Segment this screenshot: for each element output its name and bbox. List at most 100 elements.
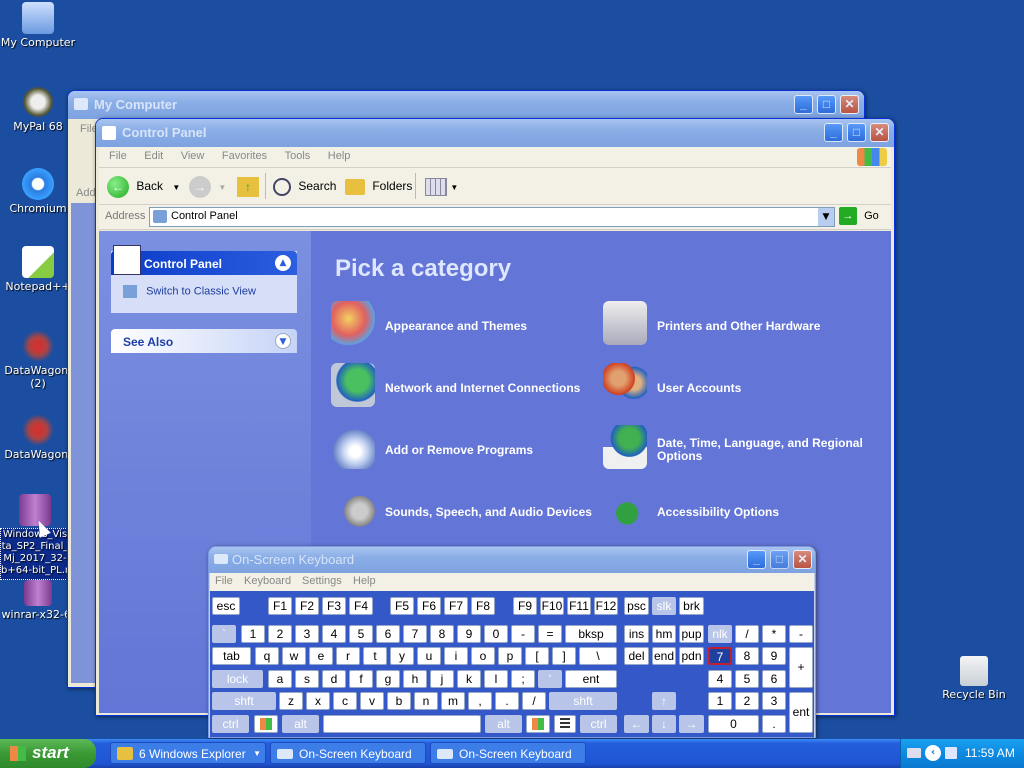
key-i[interactable]: i: [444, 647, 468, 665]
minimize-button[interactable]: _: [747, 550, 766, 569]
key-right-shift[interactable]: shft: [549, 692, 617, 710]
key-arrow-left[interactable]: ←: [624, 715, 649, 733]
network-tray-icon[interactable]: [945, 747, 957, 759]
key-num-8[interactable]: 8: [735, 647, 759, 665]
key-f10[interactable]: F10: [540, 597, 564, 615]
key-num-0[interactable]: 0: [708, 715, 759, 733]
maximize-button[interactable]: □: [847, 123, 866, 142]
go-button[interactable]: → Go: [839, 207, 879, 227]
key-numlock[interactable]: nlk: [708, 625, 732, 643]
key-num-minus[interactable]: -: [789, 625, 813, 643]
key-period[interactable]: .: [495, 692, 519, 710]
key-8[interactable]: 8: [430, 625, 454, 643]
key-end[interactable]: end: [652, 647, 676, 665]
key-j[interactable]: j: [430, 670, 454, 688]
keyboard-tray-icon[interactable]: [907, 748, 921, 758]
menu-file[interactable]: File: [215, 575, 233, 587]
key-arrow-down[interactable]: ↓: [652, 715, 676, 733]
key-enter[interactable]: ent: [565, 670, 617, 688]
menu-file[interactable]: File: [99, 147, 134, 165]
key-right-ctrl[interactable]: ctrl: [580, 715, 617, 733]
category-add-remove-programs[interactable]: Add or Remove Programs: [385, 443, 533, 457]
forward-button[interactable]: → ▼: [189, 174, 226, 198]
key-lbracket[interactable]: [: [525, 647, 549, 665]
category-sounds-speech-audio[interactable]: Sounds, Speech, and Audio Devices: [385, 505, 592, 519]
close-button[interactable]: ✕: [870, 123, 889, 142]
key-slk[interactable]: slk: [652, 597, 676, 615]
show-hidden-icons-chevron-icon[interactable]: ‹: [925, 745, 941, 761]
on-screen-keyboard-window[interactable]: On-Screen Keyboard _ □ ✕ File Keyboard S…: [208, 546, 816, 738]
key-num-5[interactable]: 5: [735, 670, 759, 688]
close-button[interactable]: ✕: [840, 95, 859, 114]
osk-titlebar[interactable]: On-Screen Keyboard _ □ ✕: [209, 547, 815, 573]
key-f[interactable]: f: [349, 670, 373, 688]
key-9[interactable]: 9: [457, 625, 481, 643]
key-h[interactable]: h: [403, 670, 427, 688]
key-g[interactable]: g: [376, 670, 400, 688]
control-panel-box-header[interactable]: Control Panel ▲: [111, 245, 297, 275]
key-x[interactable]: x: [306, 692, 330, 710]
key-t[interactable]: t: [363, 647, 387, 665]
key-f11[interactable]: F11: [567, 597, 591, 615]
desktop-icon-datawagon[interactable]: DataWagon.: [0, 414, 76, 461]
key-num-enter[interactable]: ent: [789, 692, 813, 733]
control-panel-titlebar[interactable]: Control Panel _ □ ✕: [96, 119, 894, 147]
key-c[interactable]: c: [333, 692, 357, 710]
key-rbracket[interactable]: ]: [552, 647, 576, 665]
switch-classic-view-link[interactable]: Switch to Classic View: [123, 285, 256, 298]
key-7[interactable]: 7: [403, 625, 427, 643]
key-left-ctrl[interactable]: ctrl: [212, 715, 249, 733]
key-pgdn[interactable]: pdn: [679, 647, 704, 665]
folders-button[interactable]: Folders: [345, 174, 412, 198]
key-b[interactable]: b: [387, 692, 411, 710]
menu-view[interactable]: View: [174, 147, 212, 165]
key-r[interactable]: r: [336, 647, 360, 665]
key-pgup[interactable]: pup: [679, 625, 704, 643]
key-2[interactable]: 2: [268, 625, 292, 643]
key-right-alt[interactable]: alt: [485, 715, 522, 733]
up-folder-button[interactable]: ↑: [237, 174, 259, 198]
maximize-button[interactable]: □: [817, 95, 836, 114]
category-appearance-themes[interactable]: Appearance and Themes: [385, 319, 527, 333]
key-backtick[interactable]: `: [212, 625, 236, 643]
key-f2[interactable]: F2: [295, 597, 319, 615]
key-f9[interactable]: F9: [513, 597, 537, 615]
key-num-9[interactable]: 9: [762, 647, 786, 665]
key-f5[interactable]: F5: [390, 597, 414, 615]
key-tab[interactable]: tab: [212, 647, 251, 665]
key-f12[interactable]: F12: [594, 597, 618, 615]
start-button[interactable]: start: [0, 739, 96, 768]
key-f3[interactable]: F3: [322, 597, 346, 615]
key-o[interactable]: o: [471, 647, 495, 665]
key-left-win[interactable]: [254, 715, 278, 733]
key-0[interactable]: 0: [484, 625, 508, 643]
key-equals[interactable]: =: [538, 625, 562, 643]
key-u[interactable]: u: [417, 647, 441, 665]
key-num-plus[interactable]: +: [789, 647, 813, 688]
key-p[interactable]: p: [498, 647, 522, 665]
key-comma[interactable]: ,: [468, 692, 492, 710]
key-k[interactable]: k: [457, 670, 481, 688]
key-psc[interactable]: psc: [624, 597, 649, 615]
key-brk[interactable]: brk: [679, 597, 704, 615]
minimize-button[interactable]: _: [824, 123, 843, 142]
key-home[interactable]: hm: [652, 625, 676, 643]
taskbar-item-windows-explorer[interactable]: 6 Windows Explorer ▼: [110, 742, 266, 764]
see-also-box[interactable]: See Also ▼: [111, 329, 297, 353]
expand-chevron-icon[interactable]: ▼: [275, 333, 291, 349]
key-f6[interactable]: F6: [417, 597, 441, 615]
key-del[interactable]: del: [624, 647, 649, 665]
menu-help[interactable]: Help: [353, 575, 376, 587]
key-3[interactable]: 3: [295, 625, 319, 643]
menu-settings[interactable]: Settings: [302, 575, 342, 587]
category-accessibility[interactable]: Accessibility Options: [657, 505, 779, 519]
my-computer-titlebar[interactable]: My Computer _ □ ✕: [68, 91, 864, 119]
dropdown-arrow-icon[interactable]: ▼: [218, 183, 226, 192]
taskbar-item-osk-2[interactable]: On-Screen Keyboard: [430, 742, 586, 764]
key-num-3[interactable]: 3: [762, 692, 786, 710]
key-space[interactable]: [323, 715, 481, 733]
key-left-alt[interactable]: alt: [282, 715, 319, 733]
clock[interactable]: 11:59 AM: [965, 746, 1015, 760]
key-d[interactable]: d: [322, 670, 346, 688]
collapse-chevron-icon[interactable]: ▲: [275, 255, 291, 271]
